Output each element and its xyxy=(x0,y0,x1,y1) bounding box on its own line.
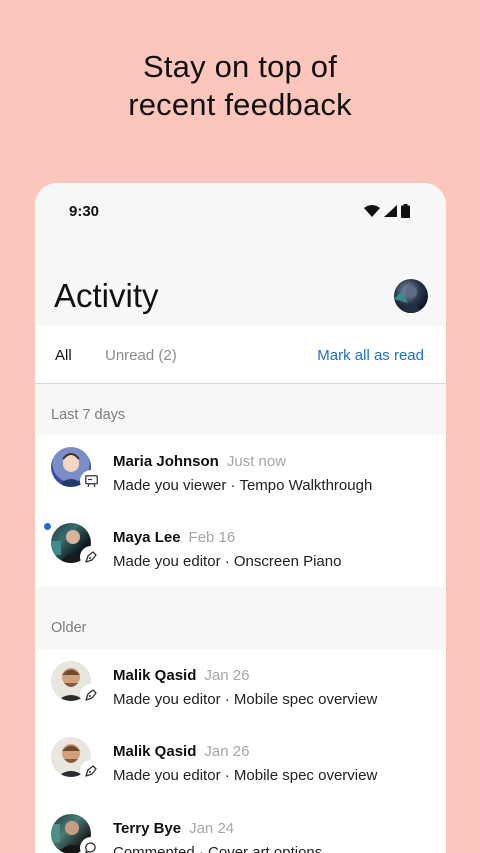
mark-all-read-button[interactable]: Mark all as read xyxy=(317,347,424,364)
item-name: Malik Qasid xyxy=(113,743,197,760)
item-name: Maria Johnson xyxy=(113,453,219,470)
tab-unread[interactable]: Unread (2) xyxy=(105,347,177,364)
battery-icon xyxy=(401,204,410,218)
item-description: Made you editor · Mobile spec overview xyxy=(113,691,378,708)
comment-icon xyxy=(85,842,96,853)
item-description: Made you editor · Mobile spec overview xyxy=(113,767,378,784)
page-title: Activity xyxy=(54,277,159,314)
pen-nib-icon xyxy=(85,765,97,777)
badge xyxy=(80,684,102,706)
list-item[interactable]: Maria Johnson Just now Made you viewer · … xyxy=(35,435,446,511)
badge xyxy=(80,837,102,853)
recent-list: Maria Johnson Just now Made you viewer · … xyxy=(35,435,446,587)
user-avatar[interactable] xyxy=(394,279,428,313)
list-item[interactable]: Terry Bye Jan 24 Commented · Cover art op… xyxy=(35,802,446,853)
headline-line-1: Stay on top of xyxy=(142,49,338,84)
section-label-recent: Last 7 days xyxy=(51,407,126,423)
status-icons xyxy=(364,204,410,218)
pen-nib-icon xyxy=(85,551,97,563)
badge xyxy=(80,760,102,782)
item-description: Made you editor · Onscreen Piano xyxy=(113,553,342,570)
item-description: Made you viewer · Tempo Walkthrough xyxy=(113,477,373,494)
promo-headline: Stay on top of recent feedback xyxy=(0,48,480,124)
section-label-older: Older xyxy=(51,620,87,636)
item-time: Just now xyxy=(226,453,287,470)
avatar-image xyxy=(394,286,423,313)
item-time: Jan 26 xyxy=(204,667,250,684)
status-time: 9:30 xyxy=(69,203,100,220)
item-name: Terry Bye xyxy=(113,820,182,837)
wifi-icon xyxy=(364,205,380,217)
list-item[interactable]: Malik Qasid Jan 26 Made you editor · Mobi… xyxy=(35,725,446,801)
list-item[interactable]: Malik Qasid Jan 26 Made you editor · Mobi… xyxy=(35,649,446,725)
phone-screen: 9:30 Activity All Unread (2) Mark all as… xyxy=(35,183,446,853)
item-name: Maya Lee xyxy=(113,529,181,546)
older-list: Malik Qasid Jan 26 Made you editor · Mobi… xyxy=(35,649,446,853)
item-name: Malik Qasid xyxy=(113,667,197,684)
signal-icon xyxy=(384,205,397,217)
status-bar: 9:30 xyxy=(35,183,446,241)
presentation-icon xyxy=(84,475,98,487)
item-time: Jan 24 xyxy=(189,820,235,837)
badge xyxy=(80,470,102,492)
item-time: Jan 26 xyxy=(204,743,250,760)
pen-nib-icon xyxy=(85,689,97,701)
unread-dot xyxy=(44,523,51,530)
badge xyxy=(80,546,102,568)
list-item[interactable]: Maya Lee Feb 16 Made you editor · Onscree… xyxy=(35,511,446,587)
item-time: Feb 16 xyxy=(188,529,236,546)
filter-tabs: All Unread (2) Mark all as read xyxy=(35,326,446,384)
headline-line-2: recent feedback xyxy=(128,87,352,122)
item-description: Commented · Cover art options xyxy=(113,844,323,853)
tab-all[interactable]: All xyxy=(55,347,72,364)
